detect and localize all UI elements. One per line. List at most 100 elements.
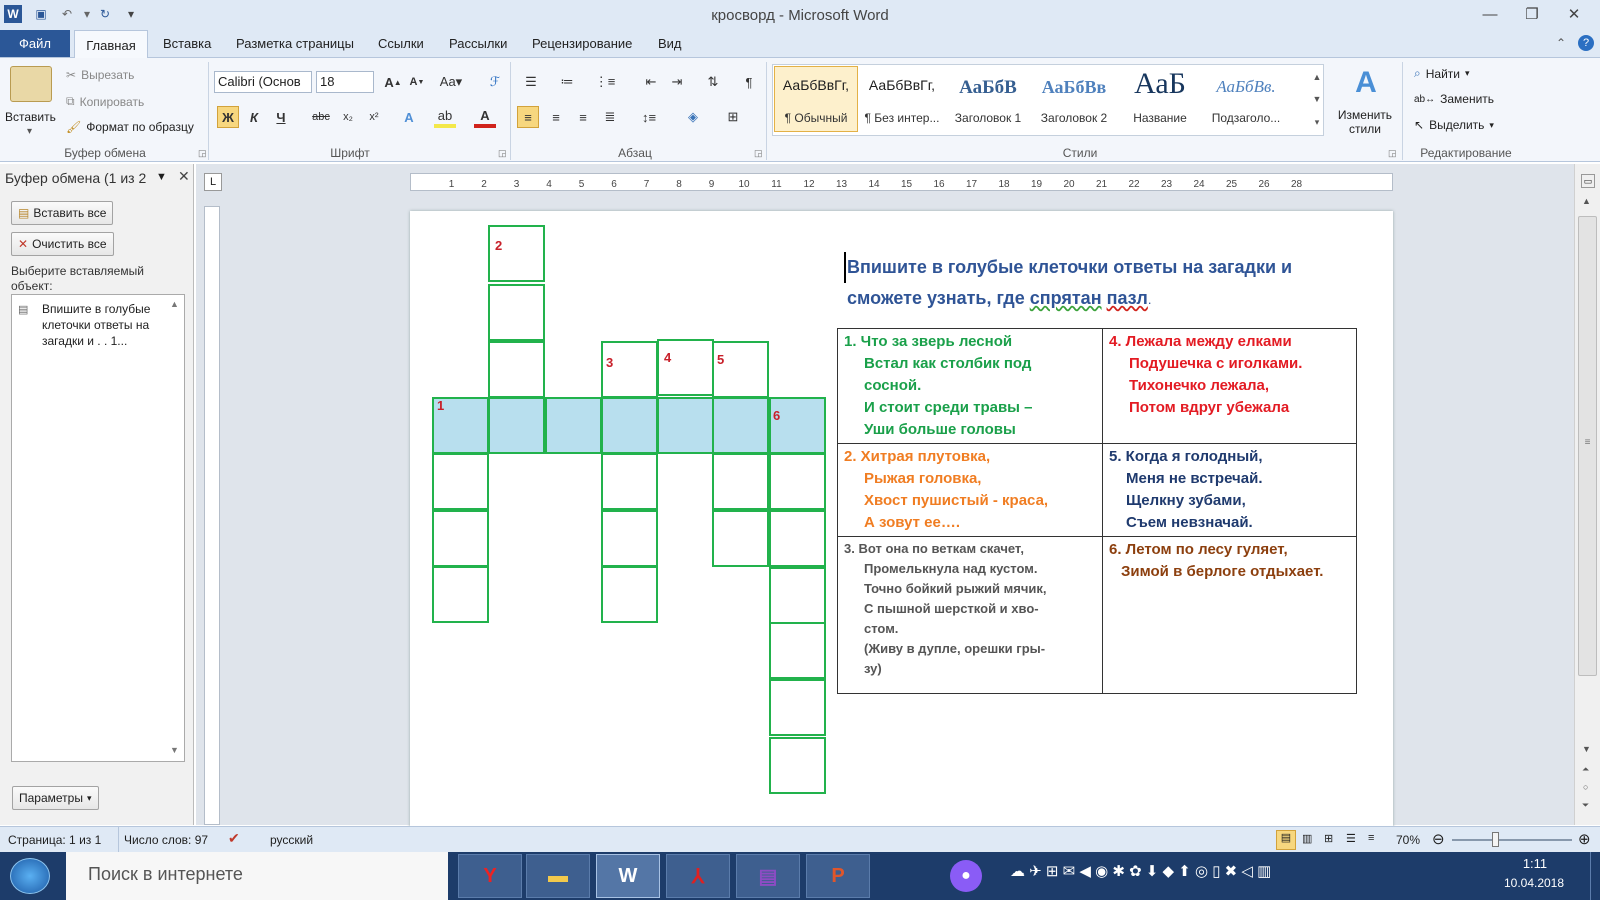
crossword-cell[interactable]	[601, 453, 658, 510]
crossword-cell[interactable]	[769, 453, 826, 510]
winrar-icon[interactable]: ▤	[736, 854, 800, 898]
pane-options-icon[interactable]: ▼	[156, 171, 167, 183]
crossword-cell[interactable]	[769, 679, 826, 736]
font-launcher-icon[interactable]: ◲	[498, 148, 507, 159]
shading-icon[interactable]: ◈	[682, 106, 704, 128]
change-case-icon[interactable]: Aa▾	[440, 71, 462, 93]
crossword-cell[interactable]	[657, 339, 714, 396]
justify-button[interactable]: ≣	[599, 106, 621, 128]
browse-object-icon[interactable]: ○	[1583, 782, 1588, 792]
scroll-down-icon[interactable]: ▼	[1582, 744, 1591, 754]
outline-icon[interactable]: ☰	[1346, 832, 1356, 845]
font-color-icon[interactable]: A	[474, 106, 496, 128]
help-icon[interactable]: ?	[1578, 35, 1594, 51]
tab-review[interactable]: Рецензирование	[532, 36, 632, 51]
italic-button[interactable]: К	[243, 106, 265, 128]
clear-all-button[interactable]: ✕ Очистить все	[11, 232, 114, 256]
word-count[interactable]: Число слов: 97	[124, 833, 208, 847]
crossword-cell[interactable]	[769, 567, 826, 624]
crossword-cell[interactable]	[601, 510, 658, 567]
numbering-icon[interactable]: ≔	[556, 71, 578, 93]
grow-font-icon[interactable]: A ▲	[382, 71, 404, 93]
close-button[interactable]: ✕	[1556, 3, 1592, 25]
paragraph-launcher-icon[interactable]: ◲	[754, 148, 763, 159]
clock-time[interactable]: 1:11	[1500, 856, 1570, 871]
print-layout-icon[interactable]: ▤	[1276, 830, 1296, 850]
copy-button[interactable]: ⧉ Копировать	[66, 94, 144, 109]
zoom-out-icon[interactable]: ⊖	[1432, 830, 1445, 848]
crossword-cell[interactable]	[488, 284, 545, 341]
superscript-button[interactable]: x²	[363, 106, 385, 128]
align-left-button[interactable]: ≡	[517, 106, 539, 128]
crossword-cell[interactable]	[712, 453, 769, 510]
options-button[interactable]: Параметры ▾	[12, 786, 99, 810]
tab-references[interactable]: Ссылки	[378, 36, 424, 51]
undo-icon[interactable]: ↶	[58, 5, 76, 23]
microphone-icon[interactable]: ●	[950, 860, 982, 892]
scroll-up-icon[interactable]: ▲	[170, 299, 179, 309]
vertical-scrollbar[interactable]: ▭ ▲ ≡ ▼ ⏶ ○ ⏷	[1574, 164, 1600, 825]
minimize-button[interactable]: —	[1472, 3, 1508, 25]
bold-button[interactable]: Ж	[217, 106, 239, 128]
clear-format-icon[interactable]: ℱ	[484, 71, 506, 93]
scroll-up-icon[interactable]: ▲	[1582, 196, 1591, 206]
crossword-cell[interactable]	[712, 341, 769, 398]
page-count[interactable]: Страница: 1 из 1	[8, 833, 101, 847]
clipboard-item[interactable]: Впишите в голубые клеточки ответы на заг…	[42, 301, 166, 349]
reading-layout-icon[interactable]: ▥	[1302, 832, 1312, 845]
sort-icon[interactable]: ⇅	[702, 71, 724, 93]
taskbar-search[interactable]: Поиск в интернете	[66, 852, 448, 900]
tab-view[interactable]: Вид	[658, 36, 682, 51]
scroll-down-icon[interactable]: ▼	[170, 745, 179, 755]
tab-page-layout[interactable]: Разметка страницы	[236, 36, 354, 51]
clipboard-launcher-icon[interactable]: ◲	[198, 148, 207, 159]
paste-icon[interactable]	[10, 66, 52, 102]
crossword-cell[interactable]	[432, 566, 489, 623]
tab-file[interactable]: Файл	[0, 30, 70, 57]
line-spacing-icon[interactable]: ↕≡	[638, 106, 660, 128]
yandex-icon[interactable]: Y	[458, 854, 522, 898]
change-styles-button[interactable]: Изменить стили	[1330, 108, 1400, 136]
crossword-answer-cell[interactable]	[712, 397, 769, 454]
tab-insert[interactable]: Вставка	[163, 36, 211, 51]
maximize-button[interactable]: ❐	[1514, 3, 1550, 25]
redo-icon[interactable]: ↻	[96, 5, 114, 23]
bullets-icon[interactable]: ☰	[520, 71, 542, 93]
borders-icon[interactable]: ⊞	[722, 106, 744, 128]
language[interactable]: русский	[270, 833, 313, 847]
style-title[interactable]: АаБ Название	[1118, 66, 1202, 132]
style-normal[interactable]: АаБбВвГг, ¶ Обычный	[774, 66, 858, 132]
clock-date[interactable]: 10.04.2018	[1494, 876, 1574, 890]
crossword-cell[interactable]	[488, 341, 545, 398]
format-painter-button[interactable]: 🖌 Формат по образцу	[66, 120, 194, 134]
crossword-answer-cell[interactable]	[769, 397, 826, 454]
zoom-slider[interactable]	[1452, 839, 1572, 841]
cut-button[interactable]: ✂ Вырезать	[66, 68, 134, 82]
undo-dropdown-icon[interactable]: ▾	[78, 5, 96, 23]
style-heading-2[interactable]: АаБбВв Заголовок 2	[1032, 66, 1116, 132]
pane-close-icon[interactable]: ✕	[178, 168, 190, 185]
powerpoint-icon[interactable]: P	[806, 854, 870, 898]
crossword-answer-cell[interactable]	[488, 397, 545, 454]
zoom-in-icon[interactable]: ⊕	[1578, 830, 1591, 848]
word-app-icon[interactable]: W	[4, 5, 22, 23]
crossword-cell[interactable]	[488, 225, 545, 282]
tab-mailings[interactable]: Рассылки	[449, 36, 507, 51]
tray-icons[interactable]: ☁ ✈ ⊞ ✉ ◀ ◉ ✱ ✿ ⬇ ◆ ⬆ ◎ ▯ ✖ ◁ ▥	[1010, 862, 1271, 880]
ruler-toggle-icon[interactable]: ▭	[1581, 174, 1595, 188]
zoom-level[interactable]: 70%	[1396, 833, 1420, 847]
zoom-slider-thumb[interactable]	[1492, 832, 1499, 847]
increase-indent-icon[interactable]: ⇥	[666, 71, 688, 93]
scroll-thumb[interactable]: ≡	[1578, 216, 1597, 676]
ribbon-minimize-icon[interactable]: ⌃	[1556, 36, 1566, 50]
start-button[interactable]	[10, 858, 50, 894]
change-styles-icon[interactable]: A	[1344, 66, 1388, 106]
show-formatting-icon[interactable]: ¶	[738, 71, 760, 93]
font-size-combo[interactable]: 18	[316, 71, 374, 93]
draft-icon[interactable]: ≡	[1368, 832, 1374, 844]
find-button[interactable]: ⌕ Найти ▾	[1414, 66, 1470, 81]
tab-home[interactable]: Главная	[74, 30, 148, 59]
replace-button[interactable]: ab↔ Заменить	[1414, 92, 1494, 106]
crossword-cell[interactable]	[769, 622, 826, 679]
customize-toolbar-icon[interactable]: ▾	[122, 5, 140, 23]
